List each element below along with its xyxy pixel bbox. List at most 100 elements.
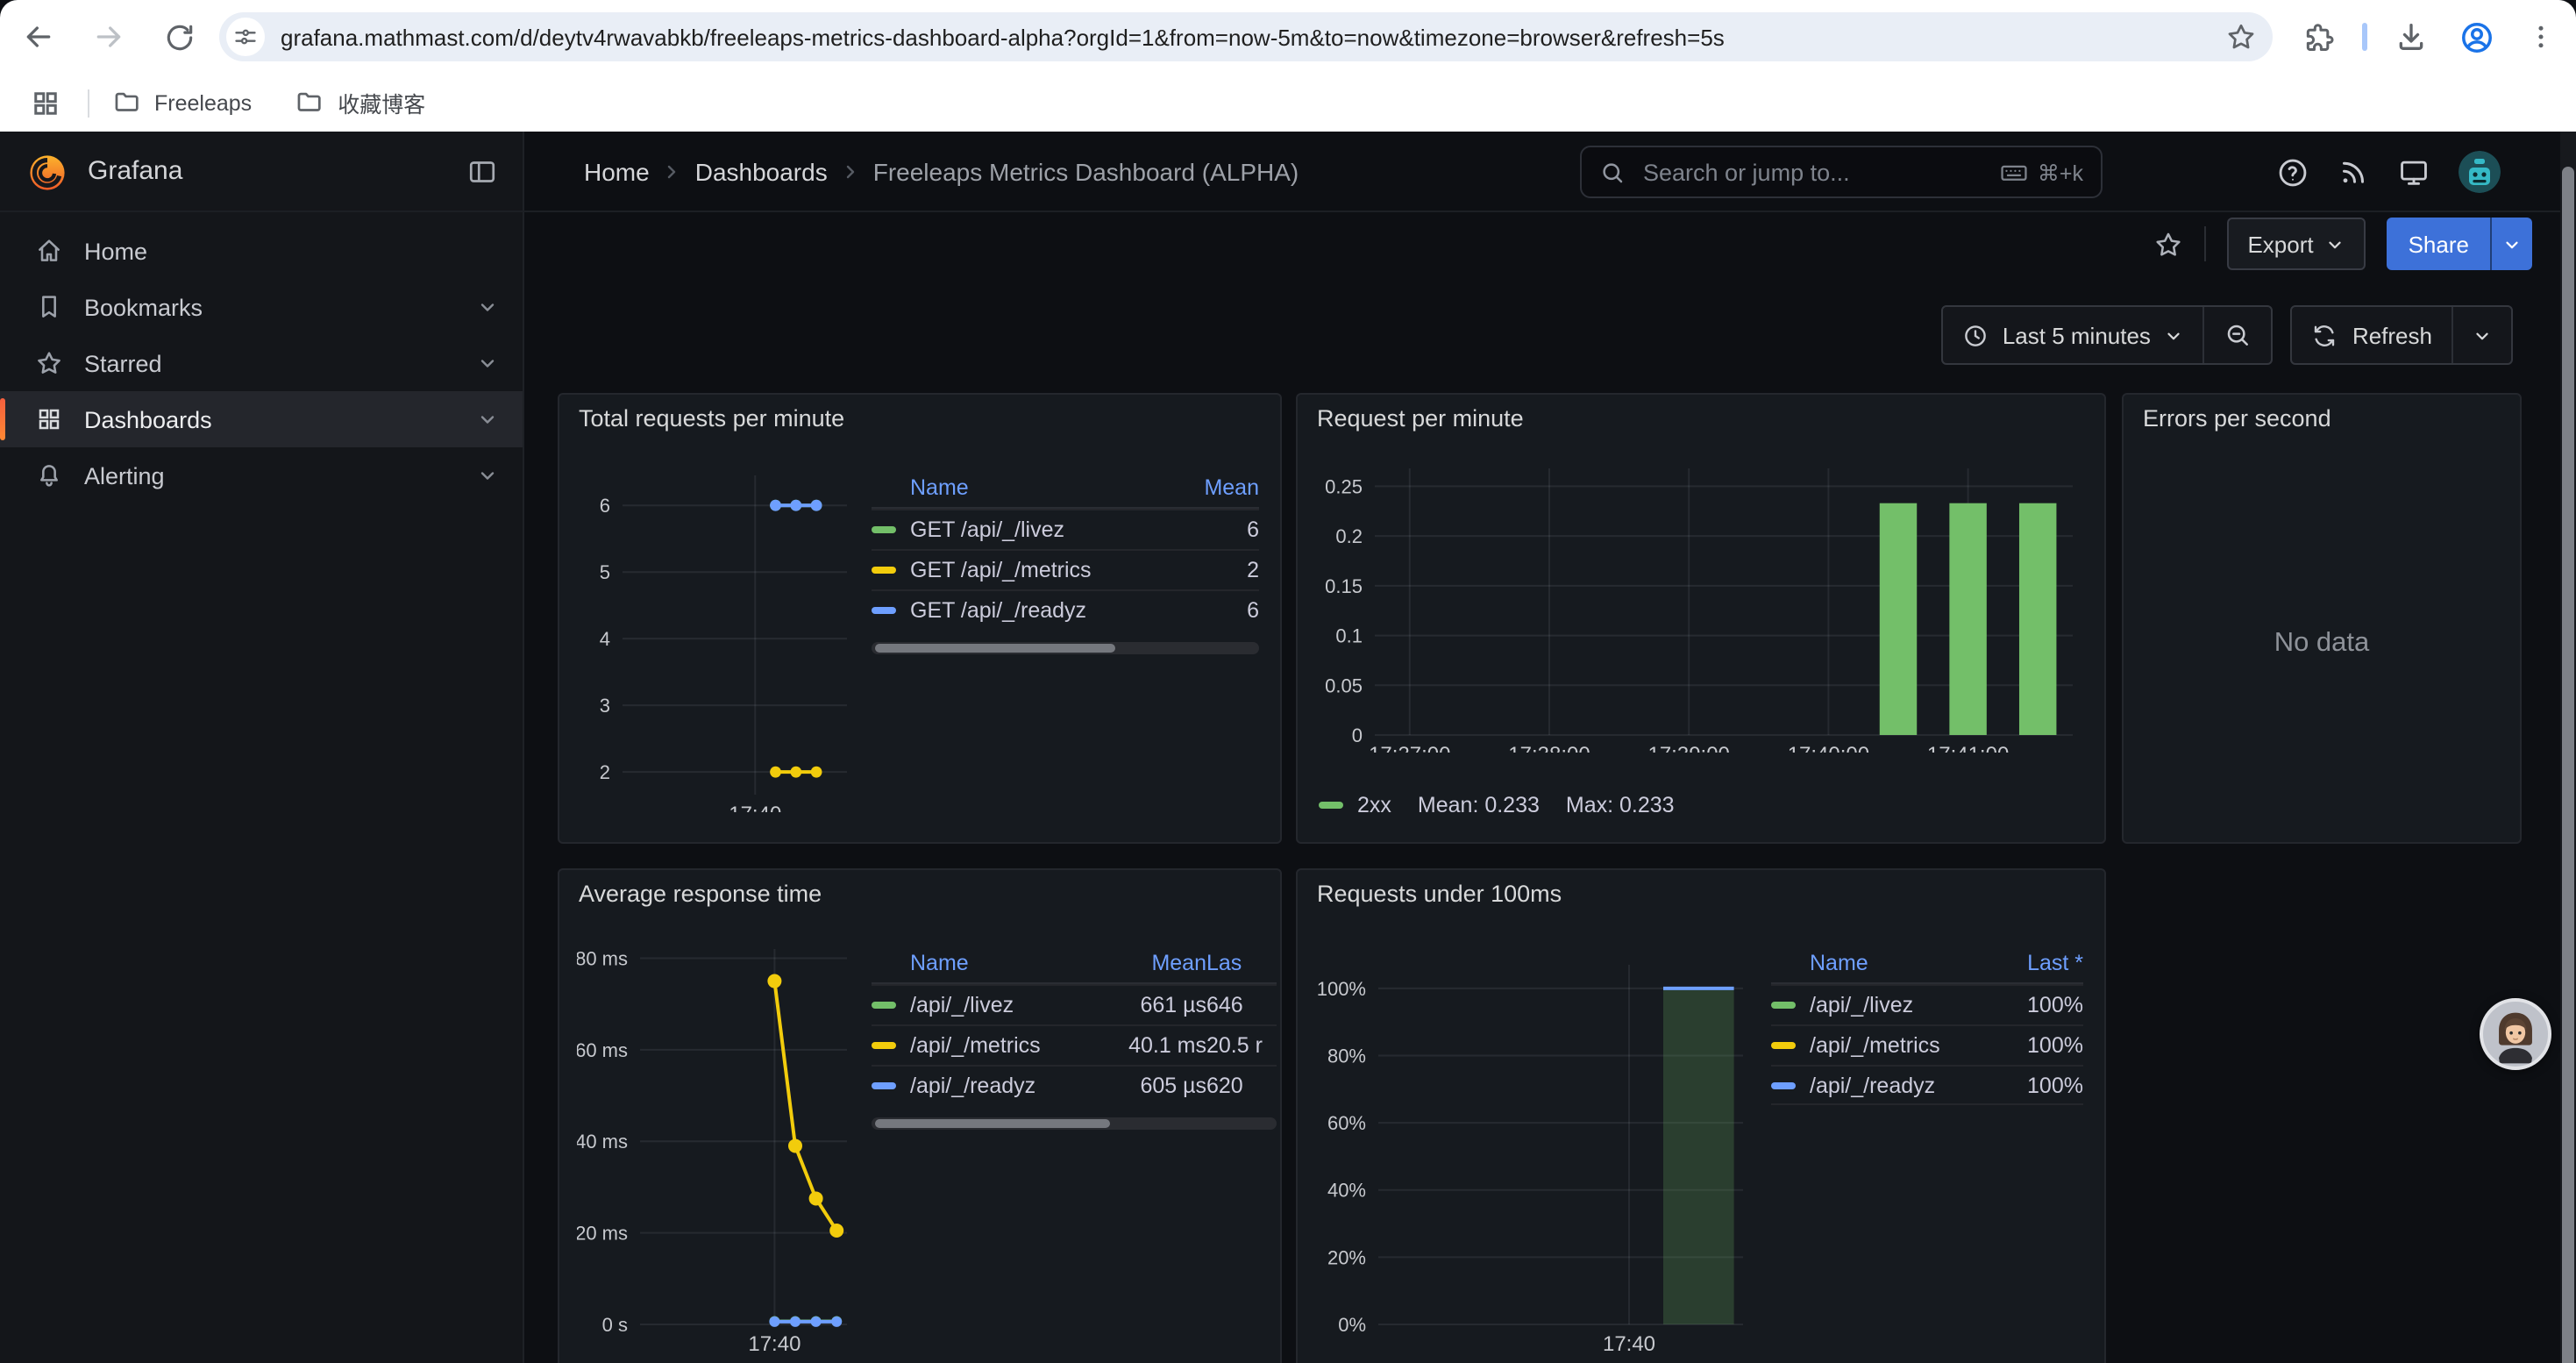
svg-text:0 s: 0 s [602, 1314, 628, 1336]
bookmark-icon [35, 293, 63, 321]
percent-area-chart[interactable]: 0%20%40%60%80%100%17:40 [1315, 940, 1754, 1363]
sidebar-item-bookmarks[interactable]: Bookmarks [0, 279, 523, 335]
chevron-down-icon [2473, 325, 2492, 345]
chevron-right-icon [840, 161, 861, 182]
legend-max: Max: 0.233 [1566, 793, 1675, 817]
bar-chart[interactable]: 00.050.10.150.20.2517:37:0017:38:0017:39… [1315, 454, 2090, 753]
svg-text:17:40: 17:40 [748, 1332, 801, 1356]
legend-swatch [1771, 1002, 1796, 1009]
legend-line: 2xx Mean: 0.233 Max: 0.233 [1319, 793, 1675, 817]
scrollbar-thumb[interactable] [2562, 167, 2574, 1363]
floating-assistant-avatar[interactable] [2480, 998, 2551, 1070]
panel-title[interactable]: Average response time [579, 881, 822, 907]
browser-chrome: grafana.mathmast.com/d/deytv4rwavabkb/fr… [0, 0, 2576, 132]
back-icon[interactable] [18, 16, 60, 58]
grafana-app: Grafana Home Dashboards Freeleaps Metric… [0, 132, 2576, 1363]
svg-text:0: 0 [1352, 724, 1363, 746]
sidebar-toggle-icon[interactable] [466, 155, 498, 187]
forward-icon[interactable] [88, 16, 130, 58]
time-controls: Last 5 minutes Refre [1941, 305, 2513, 365]
legend-row[interactable]: /api/_/readyz100% [1771, 1065, 2083, 1105]
chevron-down-icon[interactable] [477, 296, 498, 318]
extensions-icon[interactable] [2297, 16, 2339, 58]
svg-text:17:37:00: 17:37:00 [1369, 743, 1450, 753]
url-text[interactable]: grafana.mathmast.com/d/deytv4rwavabkb/fr… [281, 24, 2273, 50]
refresh-interval-button[interactable] [2453, 307, 2511, 363]
panel-title[interactable]: Errors per second [2143, 405, 2331, 432]
svg-text:100%: 100% [1317, 978, 1366, 1000]
chevron-down-icon[interactable] [477, 465, 498, 486]
news-rss-icon[interactable] [2338, 156, 2369, 188]
bookmark-folder-freeleaps[interactable]: Freeleaps [110, 87, 252, 118]
legend-scrollbar[interactable] [872, 1117, 1277, 1130]
svg-text:17:40: 17:40 [729, 803, 781, 812]
refresh-icon [2312, 322, 2338, 348]
legend-row[interactable]: /api/_/readyz605 µs620 [872, 1065, 1277, 1105]
panel-title[interactable]: Requests under 100ms [1317, 881, 1562, 907]
user-avatar[interactable] [2459, 151, 2501, 193]
star-icon [35, 349, 63, 377]
svg-text:17:39:00: 17:39:00 [1647, 743, 1729, 753]
search-icon [1599, 159, 1626, 185]
legend-mean: Mean: 0.233 [1418, 793, 1540, 817]
legend-row[interactable]: GET /api/_/readyz6 [872, 589, 1259, 630]
legend-row[interactable]: GET /api/_/livez6 [872, 509, 1259, 549]
favorite-star-icon[interactable] [2153, 229, 2182, 259]
grafana-logo-icon[interactable] [25, 148, 70, 194]
sidebar-item-alerting[interactable]: Alerting [0, 447, 523, 503]
search-box[interactable]: ⌘+k [1580, 146, 2103, 198]
site-settings-icon[interactable] [226, 18, 265, 56]
panel-title[interactable]: Request per minute [1317, 405, 1524, 432]
no-data-message: No data [2124, 444, 2520, 842]
legend-swatch [1771, 1042, 1796, 1049]
refresh-button[interactable]: Refresh [2293, 307, 2451, 363]
legend-row[interactable]: /api/_/metrics100% [1771, 1024, 2083, 1065]
export-button[interactable]: Export [2226, 218, 2366, 270]
address-bar[interactable]: grafana.mathmast.com/d/deytv4rwavabkb/fr… [219, 12, 2273, 61]
chevron-down-icon[interactable] [477, 409, 498, 430]
svg-text:17:38:00: 17:38:00 [1508, 743, 1590, 753]
svg-text:4: 4 [600, 628, 610, 650]
bell-icon [35, 461, 63, 489]
legend-header: NameMeanLas [872, 944, 1277, 984]
legend-row[interactable]: /api/_/metrics40.1 ms20.5 r [872, 1024, 1277, 1065]
timeseries-chart[interactable]: 0 s20 ms40 ms60 ms80 ms17:40 [577, 930, 857, 1363]
svg-text:20 ms: 20 ms [577, 1223, 628, 1245]
breadcrumb-home[interactable]: Home [584, 157, 650, 185]
bookmark-folder-blogs[interactable]: 收藏博客 [294, 86, 425, 119]
home-icon [35, 237, 63, 265]
sidebar-item-starred[interactable]: Starred [0, 335, 523, 391]
actions-divider [2203, 226, 2205, 261]
legend-swatch [1319, 802, 1343, 809]
browser-menu-icon[interactable] [2520, 16, 2562, 58]
share-button[interactable]: Share [2387, 218, 2532, 270]
sidebar-item-home[interactable]: Home [0, 223, 523, 279]
legend-row[interactable]: /api/_/livez100% [1771, 984, 2083, 1024]
apps-grid-icon[interactable] [25, 82, 67, 124]
zoom-out-button[interactable] [2205, 307, 2272, 363]
timeseries-chart[interactable]: 2345617:40 [577, 454, 857, 812]
legend-table: NameLast */api/_/livez100%/api/_/metrics… [1771, 944, 2083, 1105]
legend-row[interactable]: GET /api/_/metrics2 [872, 549, 1259, 589]
share-dropdown-button[interactable] [2490, 218, 2532, 270]
panel-total-requests-per-minute: Total requests per minute 2345617:40 Nam… [558, 393, 1282, 844]
breadcrumb-dashboards[interactable]: Dashboards [695, 157, 828, 185]
profile-icon[interactable] [2455, 16, 2497, 58]
sidebar-item-dashboards[interactable]: Dashboards [0, 391, 523, 447]
legend-row[interactable]: /api/_/livez661 µs646 [872, 984, 1277, 1024]
legend-swatch [872, 1082, 896, 1089]
svg-text:3: 3 [600, 695, 610, 717]
time-range-button[interactable]: Last 5 minutes [1943, 307, 2203, 363]
legend-swatch [872, 1042, 896, 1049]
chevron-down-icon[interactable] [477, 353, 498, 374]
bookmarks-divider [88, 89, 89, 117]
bookmark-star-icon[interactable] [2220, 16, 2262, 58]
reload-icon[interactable] [158, 16, 200, 58]
legend-scrollbar[interactable] [872, 642, 1259, 654]
legend-item-2xx[interactable]: 2xx [1319, 793, 1391, 817]
kiosk-monitor-icon[interactable] [2397, 155, 2430, 189]
download-icon[interactable] [2390, 16, 2432, 58]
search-input[interactable] [1640, 157, 1999, 187]
panel-title[interactable]: Total requests per minute [579, 405, 844, 432]
help-icon[interactable] [2276, 155, 2309, 189]
